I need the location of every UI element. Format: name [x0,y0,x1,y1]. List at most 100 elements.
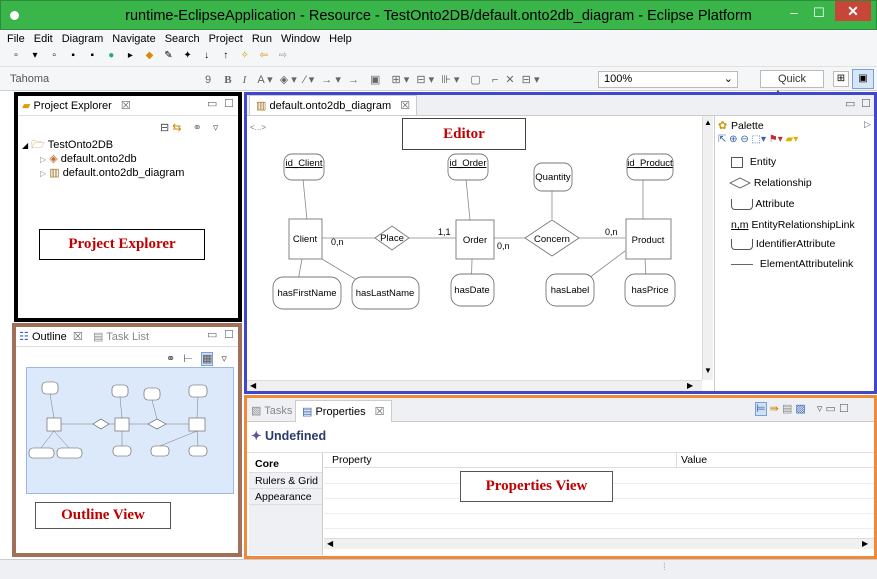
route-icon[interactable]: ⌐ [492,74,498,86]
scroll-left-icon[interactable]: ◀ [327,539,333,548]
pin-icon[interactable]: ⇛ [770,403,779,415]
palette-item-entity-relationship-link[interactable]: n,m EntityRelationshipLink [731,219,855,231]
new-view-icon[interactable]: ▨ [795,403,805,415]
column-header-property[interactable]: Property [332,454,372,466]
arrow-type-icon[interactable]: → [348,74,359,86]
marquee-tool-icon[interactable]: ⬚▾ [752,134,766,145]
minimize-button[interactable]: – [783,6,805,21]
align-icon[interactable]: ⊟ ▾ [416,74,434,86]
menu-diagram[interactable]: Diagram [62,31,104,47]
collapse-palette-icon[interactable]: ▷ [864,119,871,130]
overview-icon[interactable]: ▦ [200,352,214,366]
font-family-select[interactable]: Tahoma [10,71,210,87]
close-icon[interactable]: ☒ [400,100,410,112]
forward-icon[interactable]: ⇨ [276,50,290,62]
scroll-right-icon[interactable]: ▶ [687,381,693,390]
properties-icon[interactable]: ⊟ ▾ [522,74,540,86]
menu-file[interactable]: File [7,31,25,47]
prev-annotation-icon[interactable]: ↑ [219,50,233,62]
palette-item-identifier-attribute[interactable]: IdentifierAttribute [731,238,835,250]
maximize-button[interactable]: ☐ [808,6,830,21]
save-all-icon[interactable]: ▪ [85,50,99,62]
open-perspective-icon[interactable]: ⊞ [833,71,849,87]
minimize-view-icon[interactable]: ▭ [207,328,217,341]
last-edit-icon[interactable]: ✧ [238,50,252,62]
tree-project-item[interactable]: ◢ 🗁 TestOnto2DB [22,138,113,153]
maximize-view-icon[interactable]: ☐ [839,403,849,415]
maximize-view-icon[interactable]: ☐ [224,328,234,341]
tab-rulers-grid[interactable]: Rulers & Grid [249,473,322,489]
maximize-view-icon[interactable]: ☐ [861,97,871,110]
new-icon[interactable]: ▫ [9,50,23,62]
bold-button[interactable]: B [224,74,231,86]
maximize-view-icon[interactable]: ☐ [224,97,234,110]
horizontal-scrollbar[interactable]: ◀ ▶ [247,380,702,391]
open-type-icon[interactable]: ◆ [142,50,156,62]
expand-arrow-icon[interactable]: ◢ [22,141,28,150]
tab-diagram-editor[interactable]: ▥ default.onto2db_diagram ☒ [249,95,418,115]
tree-view-icon[interactable]: ⊢ [183,353,193,365]
menu-project[interactable]: Project [209,31,243,47]
run-icon[interactable]: ▸ [123,50,137,62]
minimize-view-icon[interactable]: ▭ [207,97,217,110]
menu-edit[interactable]: Edit [34,31,53,47]
close-icon[interactable]: ☒ [121,100,131,112]
select-all-icon[interactable]: ▣ [370,74,380,86]
line-style-icon[interactable]: → ▾ [321,74,341,86]
tab-project-explorer[interactable]: ▰ Project Explorer ☒ [22,99,131,113]
filter-icon[interactable]: ⚭ [193,122,202,134]
view-menu-icon[interactable]: ▿ [213,122,219,134]
close-icon[interactable]: ☒ [73,331,83,343]
minimize-view-icon[interactable]: ▭ [845,97,855,110]
view-menu-icon[interactable]: ▿ [817,403,823,415]
font-color-icon[interactable]: A ▾ [257,74,272,86]
menu-window[interactable]: Window [281,31,320,47]
collapse-all-icon[interactable]: ⊟ [160,122,169,134]
back-icon[interactable]: ⇦ [257,50,271,62]
tab-core[interactable]: Core [249,453,322,473]
font-size-select[interactable]: 9 [205,74,211,86]
tree-file-item[interactable]: ▷ ◈ default.onto2db [40,152,137,167]
close-button[interactable]: ✕ [835,1,871,21]
zoom-select[interactable]: 100% ⌄ [598,71,738,88]
categories-icon[interactable]: ⊨ [755,402,767,416]
save-icon[interactable]: ▪ [66,50,80,62]
scroll-right-icon[interactable]: ▶ [862,539,868,548]
minimize-view-icon[interactable]: ▭ [825,403,835,415]
view-menu-icon[interactable]: ▿ [221,353,227,365]
annotation-icon[interactable]: ✦ [181,50,195,62]
zoom-out-icon[interactable]: ⊖ [740,134,748,145]
diagram-canvas[interactable]: <...> id_Client id_Order Quantity id_Pro… [247,116,702,380]
menu-navigate[interactable]: Navigate [112,31,155,47]
zoom-in-icon[interactable]: ⊕ [729,134,737,145]
menu-run[interactable]: Run [252,31,272,47]
new-file-icon[interactable]: ▫ [47,50,61,62]
tab-tasks[interactable]: ▧ Tasks [251,404,292,418]
tab-outline[interactable]: ☷ Outline ☒ [19,330,83,344]
delete-icon[interactable]: ✕ [505,74,514,86]
tree-file-item[interactable]: ▷ ▥ default.onto2db_diagram [40,166,184,181]
fill-color-icon[interactable]: ◈ ▾ [280,74,297,86]
next-annotation-icon[interactable]: ↓ [200,50,214,62]
distribute-icon[interactable]: ⊪ ▾ [441,74,459,86]
close-icon[interactable]: ☒ [375,406,385,418]
resource-perspective-icon[interactable]: ▣ [852,69,874,89]
tab-properties[interactable]: ▤ Properties ☒ [295,400,392,422]
collapse-arrow-icon[interactable]: ▷ [40,155,46,164]
new-dropdown-icon[interactable]: ▾ [28,50,42,62]
advanced-icon[interactable]: ▤ [782,403,792,415]
filter-icon[interactable]: ⚭ [166,353,175,365]
collapse-arrow-icon[interactable]: ▷ [40,169,46,178]
autosize-icon[interactable]: ▢ [470,74,480,86]
select-tool-icon[interactable]: ⇱ [718,134,726,145]
palette-item-entity[interactable]: Entity [731,156,776,168]
debug-icon[interactable]: ● [104,50,118,62]
vertical-scrollbar[interactable]: ▲ ▼ [702,116,713,380]
properties-horizontal-scrollbar[interactable]: ◀ ▶ [324,538,874,549]
search-tool-icon[interactable]: ✎ [162,50,176,62]
palette-item-attribute[interactable]: Attribute [731,198,794,210]
menu-search[interactable]: Search [165,31,200,47]
menu-help[interactable]: Help [329,31,352,47]
arrange-icon[interactable]: ⊞ ▾ [391,74,409,86]
note-tool-icon[interactable]: ▰▾ [786,134,799,145]
